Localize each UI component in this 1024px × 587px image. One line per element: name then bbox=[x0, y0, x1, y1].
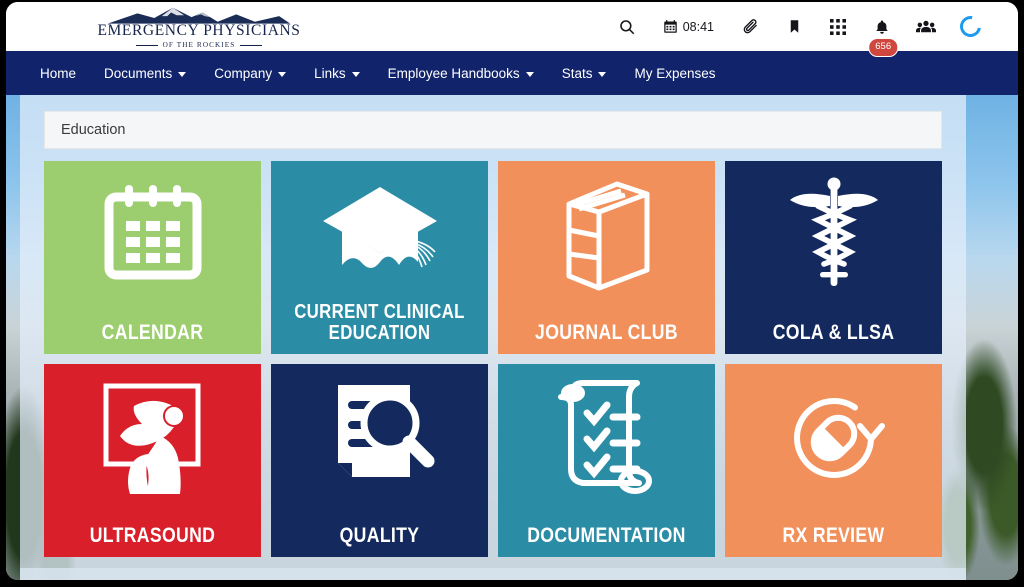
nav-item-company[interactable]: Company bbox=[200, 60, 300, 87]
logo-rule-left bbox=[136, 45, 158, 46]
checklist-scroll-icon bbox=[498, 374, 715, 502]
book-icon bbox=[498, 171, 715, 299]
page-footer-strip bbox=[20, 568, 966, 580]
nav-item-documents[interactable]: Documents bbox=[90, 60, 200, 87]
calendar-icon bbox=[44, 171, 261, 299]
page-content: Education bbox=[20, 95, 966, 580]
chevron-down-icon bbox=[352, 72, 360, 77]
nav-label: Documents bbox=[104, 66, 172, 81]
tile-label: COLA & LLSA bbox=[742, 322, 924, 344]
tile-calendar[interactable]: CALENDAR bbox=[44, 161, 261, 354]
logo-rule-right bbox=[240, 45, 262, 46]
tile-cola-llsa[interactable]: COLA & LLSA bbox=[725, 161, 942, 354]
logo-company-name: EMERGENCY PHYSICIANS bbox=[97, 23, 300, 39]
nav-label: Company bbox=[214, 66, 272, 81]
search-icon[interactable] bbox=[605, 2, 649, 51]
pill-refresh-icon bbox=[725, 374, 942, 502]
notifications-bell-icon[interactable]: 656 bbox=[860, 2, 904, 51]
nav-item-home[interactable]: Home bbox=[26, 60, 90, 87]
nav-item-stats[interactable]: Stats bbox=[548, 60, 621, 87]
graduation-cap-icon bbox=[271, 171, 488, 299]
chevron-down-icon bbox=[278, 72, 286, 77]
nav-label: Stats bbox=[562, 66, 593, 81]
tile-label: CALENDAR bbox=[61, 322, 243, 344]
chevron-down-icon bbox=[598, 72, 606, 77]
calendar-icon bbox=[663, 19, 678, 34]
account-avatar-icon[interactable] bbox=[948, 2, 992, 51]
notification-badge: 656 bbox=[868, 38, 898, 57]
main-navigation: Home Documents Company Links Employee Ha… bbox=[6, 51, 1018, 95]
tile-documentation[interactable]: DOCUMENTATION bbox=[498, 364, 715, 557]
nav-label: Employee Handbooks bbox=[388, 66, 520, 81]
nav-item-employee-handbooks[interactable]: Employee Handbooks bbox=[374, 60, 548, 87]
nav-item-links[interactable]: Links bbox=[300, 60, 374, 87]
nav-item-my-expenses[interactable]: My Expenses bbox=[620, 60, 729, 87]
tile-label: JOURNAL CLUB bbox=[515, 322, 697, 344]
tile-current-clinical-education[interactable]: CURRENT CLINICAL EDUCATION bbox=[271, 161, 488, 354]
document-search-icon bbox=[271, 374, 488, 502]
avatar-ring bbox=[955, 12, 984, 41]
current-time: 08:41 bbox=[683, 20, 714, 34]
top-icon-group: 08:41 bbox=[605, 2, 992, 51]
people-icon[interactable] bbox=[904, 2, 948, 51]
caduceus-icon bbox=[725, 171, 942, 299]
tile-label: RX REVIEW bbox=[742, 525, 924, 547]
chevron-down-icon bbox=[526, 72, 534, 77]
site-logo[interactable]: EMERGENCY PHYSICIANS OF THE ROCKIES bbox=[94, 5, 304, 49]
page-title: Education bbox=[61, 122, 126, 138]
tile-journal-club[interactable]: JOURNAL CLUB bbox=[498, 161, 715, 354]
tile-rx-review[interactable]: RX REVIEW bbox=[725, 364, 942, 557]
nav-label: My Expenses bbox=[634, 66, 715, 81]
tile-quality[interactable]: QUALITY bbox=[271, 364, 488, 557]
nav-label: Home bbox=[40, 66, 76, 81]
paperclip-icon[interactable] bbox=[728, 2, 772, 51]
section-header: Education bbox=[44, 111, 942, 149]
nav-label: Links bbox=[314, 66, 346, 81]
clock-widget[interactable]: 08:41 bbox=[649, 2, 728, 51]
ultrasound-scan-icon bbox=[44, 374, 261, 502]
chevron-down-icon bbox=[178, 72, 186, 77]
tile-label: QUALITY bbox=[288, 525, 470, 547]
apps-grid-icon[interactable] bbox=[816, 2, 860, 51]
browser-window: EMERGENCY PHYSICIANS OF THE ROCKIES bbox=[6, 2, 1018, 580]
tile-ultrasound[interactable]: ULTRASOUND bbox=[44, 364, 261, 557]
screen: EMERGENCY PHYSICIANS OF THE ROCKIES bbox=[0, 0, 1024, 587]
tile-label: ULTRASOUND bbox=[61, 525, 243, 547]
top-utility-bar: EMERGENCY PHYSICIANS OF THE ROCKIES bbox=[6, 2, 1018, 51]
tile-label: CURRENT CLINICAL EDUCATION bbox=[288, 302, 470, 344]
tile-label: DOCUMENTATION bbox=[515, 525, 697, 547]
page-body: Education bbox=[6, 95, 1018, 580]
education-tile-grid: CALENDAR bbox=[44, 161, 942, 557]
logo-tagline-wrap: OF THE ROCKIES bbox=[136, 41, 263, 49]
bookmark-icon[interactable] bbox=[772, 2, 816, 51]
logo-tagline: OF THE ROCKIES bbox=[163, 41, 236, 49]
